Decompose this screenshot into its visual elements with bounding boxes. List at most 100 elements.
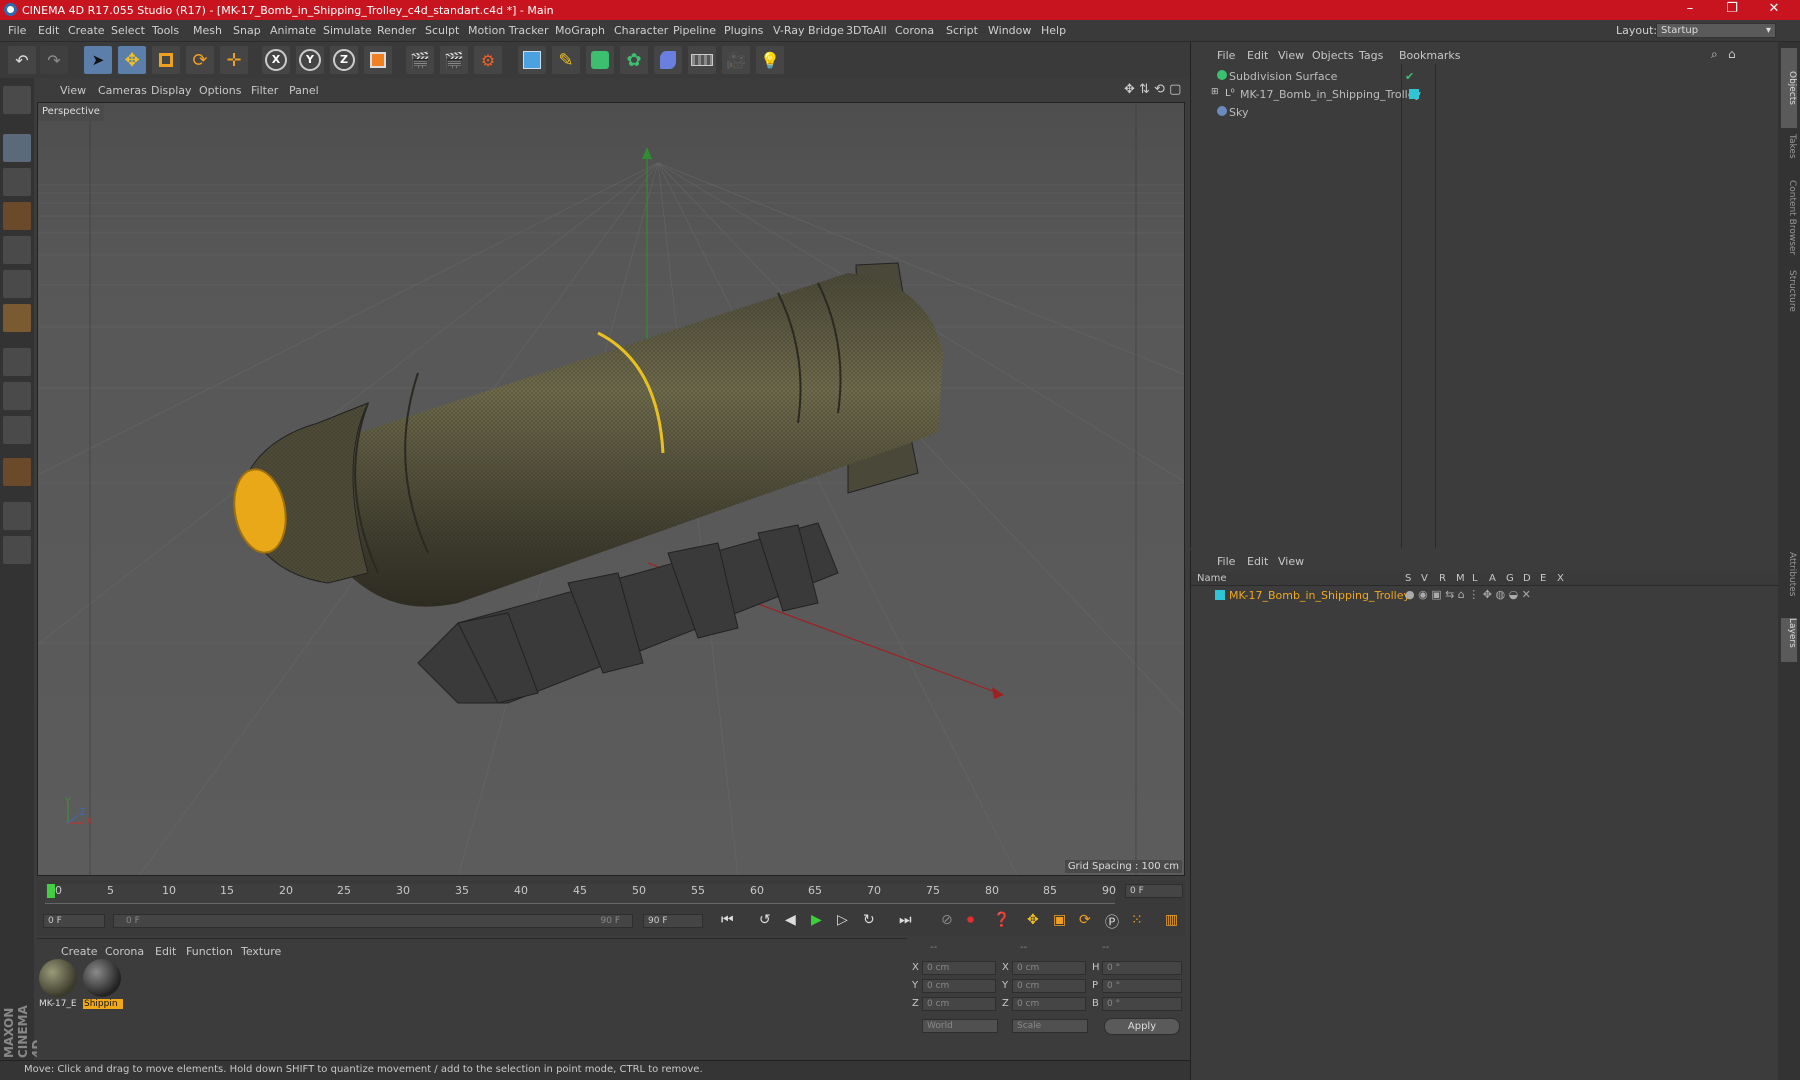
- layer-menu-file[interactable]: File: [1217, 555, 1235, 568]
- menu-create[interactable]: Create: [68, 24, 105, 37]
- transform-icon[interactable]: ✛: [220, 46, 248, 74]
- timeline-window-icon[interactable]: ▥: [1165, 912, 1178, 928]
- vp-menu-filter[interactable]: Filter: [251, 84, 278, 97]
- cube-primitive-icon[interactable]: [518, 46, 546, 74]
- key-pla-icon[interactable]: ⁙: [1131, 912, 1143, 928]
- workplane-icon[interactable]: [3, 86, 31, 114]
- menu-plugins[interactable]: Plugins: [724, 24, 763, 37]
- maximize-button[interactable]: ❐: [1712, 0, 1752, 20]
- size-y-field[interactable]: 0 cm: [1012, 979, 1086, 993]
- menu-render[interactable]: Render: [377, 24, 416, 37]
- material-swatch-mk17[interactable]: MK-17_E: [39, 959, 79, 1011]
- tab-attributes[interactable]: Attributes: [1781, 552, 1797, 612]
- frame-range-slider[interactable]: 0 F 90 F: [113, 914, 633, 928]
- object-row-mk17[interactable]: ⊞ L⁰ MK-17_Bomb_in_Shipping_Trolley: [1195, 86, 1765, 103]
- size-x-field[interactable]: 0 cm: [1012, 961, 1086, 975]
- rotate-icon[interactable]: ⟳: [186, 46, 214, 74]
- menu-3dtoall[interactable]: 3DToAll: [846, 24, 887, 37]
- x-axis-icon[interactable]: X: [262, 46, 290, 74]
- object-row-sky[interactable]: Sky: [1195, 104, 1765, 121]
- goto-next-key-icon[interactable]: ↻: [863, 912, 875, 928]
- menu-file[interactable]: File: [8, 24, 26, 37]
- menu-help[interactable]: Help: [1041, 24, 1066, 37]
- light-icon[interactable]: 💡: [756, 46, 784, 74]
- timeline-ruler[interactable]: 0 5 10 15 20 25 30 35 40 45 50 55 60 65 …: [37, 880, 1185, 908]
- size-z-field[interactable]: 0 cm: [1012, 997, 1086, 1011]
- render-view-icon[interactable]: 🎬: [406, 46, 434, 74]
- obj-menu-file[interactable]: File: [1217, 49, 1235, 62]
- current-frame-field[interactable]: 0 F: [1125, 884, 1183, 898]
- minimize-button[interactable]: –: [1670, 0, 1710, 20]
- object-row-subdivision[interactable]: Subdivision Surface ✔: [1195, 68, 1765, 85]
- tab-takes[interactable]: Takes: [1781, 134, 1797, 174]
- key-parameter-icon[interactable]: Ⓟ: [1105, 912, 1119, 932]
- menu-select[interactable]: Select: [111, 24, 145, 37]
- goto-end-icon[interactable]: ⏭: [899, 912, 912, 928]
- coord-size-mode-dropdown[interactable]: Scale: [1012, 1019, 1088, 1033]
- goto-prev-key-icon[interactable]: ↺: [759, 912, 771, 928]
- menu-animate[interactable]: Animate: [270, 24, 316, 37]
- autokey-icon[interactable]: ⏺: [967, 912, 974, 928]
- axis-mode-icon[interactable]: [3, 348, 31, 376]
- model-mode-icon[interactable]: [3, 134, 31, 162]
- obj-menu-edit[interactable]: Edit: [1247, 49, 1268, 62]
- deformer-icon[interactable]: [654, 46, 682, 74]
- subdivision-icon[interactable]: [586, 46, 614, 74]
- mat-menu-texture[interactable]: Texture: [241, 945, 281, 958]
- redo-icon[interactable]: ↷: [40, 46, 68, 74]
- playhead[interactable]: [47, 884, 55, 898]
- tab-objects[interactable]: Objects: [1781, 48, 1797, 128]
- menu-mograph[interactable]: MoGraph: [555, 24, 605, 37]
- grid-snap-icon[interactable]: [3, 536, 31, 564]
- workplane-grid-icon[interactable]: [3, 202, 31, 230]
- magnet-icon[interactable]: [3, 458, 31, 486]
- grid-lock-icon[interactable]: [3, 502, 31, 530]
- menu-corona[interactable]: Corona: [895, 24, 934, 37]
- menu-sculpt[interactable]: Sculpt: [425, 24, 459, 37]
- 3d-viewport[interactable]: Y X Z Perspective Grid Spacing : 100 cm: [37, 102, 1185, 876]
- array-icon[interactable]: ✿: [620, 46, 648, 74]
- start-frame-field[interactable]: 0 F: [43, 914, 105, 928]
- vp-menu-view[interactable]: View: [60, 84, 86, 97]
- move-icon[interactable]: ✥: [118, 46, 146, 74]
- menu-window[interactable]: Window: [988, 24, 1031, 37]
- search-icon[interactable]: ⌕: [1711, 47, 1718, 62]
- texture-mode-icon[interactable]: [3, 168, 31, 196]
- obj-menu-tags[interactable]: Tags: [1359, 49, 1383, 62]
- menu-tools[interactable]: Tools: [152, 24, 179, 37]
- layer-menu-edit[interactable]: Edit: [1247, 555, 1268, 568]
- menu-script[interactable]: Script: [946, 24, 978, 37]
- vp-menu-cameras[interactable]: Cameras: [98, 84, 147, 97]
- material-swatch-shipping[interactable]: Shippin: [83, 959, 123, 1011]
- menu-pipeline[interactable]: Pipeline: [673, 24, 716, 37]
- checkmark-icon[interactable]: ✔: [1405, 70, 1414, 83]
- scale-icon[interactable]: [152, 46, 180, 74]
- floor-icon[interactable]: [688, 46, 716, 74]
- layout-dropdown[interactable]: Startup ▾: [1656, 23, 1776, 38]
- home-icon[interactable]: ⌂: [1728, 47, 1736, 61]
- tab-structure[interactable]: Structure: [1781, 270, 1797, 320]
- close-button[interactable]: ✕: [1754, 0, 1794, 20]
- polygons-mode-icon[interactable]: [3, 304, 31, 332]
- edges-mode-icon[interactable]: [3, 270, 31, 298]
- render-picture-viewer-icon[interactable]: 🎬: [440, 46, 468, 74]
- viewport-nav-icons[interactable]: ✥ ⇅ ⟲ ▢: [1124, 82, 1181, 97]
- obj-menu-bookmarks[interactable]: Bookmarks: [1399, 49, 1460, 62]
- obj-menu-objects[interactable]: Objects: [1312, 49, 1354, 62]
- play-icon[interactable]: ▶: [811, 912, 822, 928]
- spline-pen-icon[interactable]: ✎: [552, 46, 580, 74]
- vp-menu-panel[interactable]: Panel: [289, 84, 319, 97]
- pos-y-field[interactable]: 0 cm: [922, 979, 996, 993]
- rot-h-field[interactable]: 0 °: [1102, 961, 1182, 975]
- camera-icon[interactable]: 🎥: [722, 46, 750, 74]
- mat-menu-corona[interactable]: Corona: [105, 945, 144, 958]
- apply-button[interactable]: Apply: [1104, 1018, 1180, 1035]
- menu-motion-tracker[interactable]: Motion Tracker: [468, 24, 548, 37]
- menu-simulate[interactable]: Simulate: [323, 24, 372, 37]
- render-settings-icon[interactable]: ⚙: [474, 46, 502, 74]
- keyframe-selection-icon[interactable]: ❓: [993, 912, 1010, 928]
- key-position-icon[interactable]: ✥: [1027, 912, 1039, 928]
- coordinate-system-icon[interactable]: [364, 46, 392, 74]
- layer-flag-icons[interactable]: ● ◉ ▣ ⇆ ⌂ ⋮ ✥ ◍ ◒ ✕: [1405, 588, 1531, 601]
- undo-icon[interactable]: ↶: [8, 46, 36, 74]
